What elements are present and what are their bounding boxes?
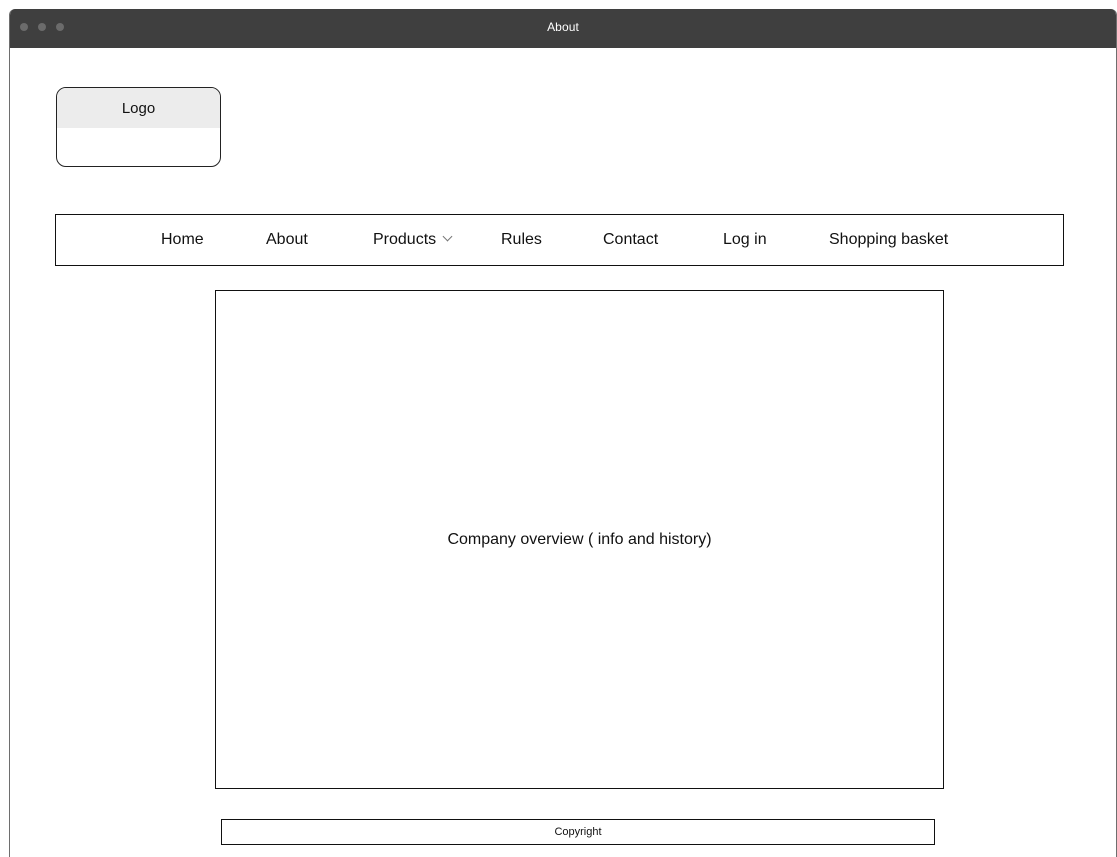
nav-item-products[interactable]: Products [373,231,453,249]
nav-item-login[interactable]: Log in [723,231,767,249]
title-bar: About [10,9,1116,48]
company-overview-panel: Company overview ( info and history) [215,290,944,789]
company-overview-text: Company overview ( info and history) [447,530,712,548]
logo-label: Logo [57,88,220,128]
copyright-footer: Copyright [221,819,935,845]
browser-window: About Logo Home About Products Rules Con… [9,9,1117,857]
main-navigation: Home About Products Rules Contact Log in… [55,214,1064,266]
nav-item-products-label: Products [373,231,437,248]
nav-item-shopping-basket[interactable]: Shopping basket [829,231,948,249]
nav-item-about[interactable]: About [266,231,308,249]
nav-item-contact[interactable]: Contact [603,231,658,249]
logo-placeholder[interactable]: Logo [56,87,221,167]
chevron-down-icon [442,231,453,242]
window-title: About [547,20,579,34]
nav-item-rules[interactable]: Rules [501,231,542,249]
nav-item-home[interactable]: Home [161,231,204,249]
